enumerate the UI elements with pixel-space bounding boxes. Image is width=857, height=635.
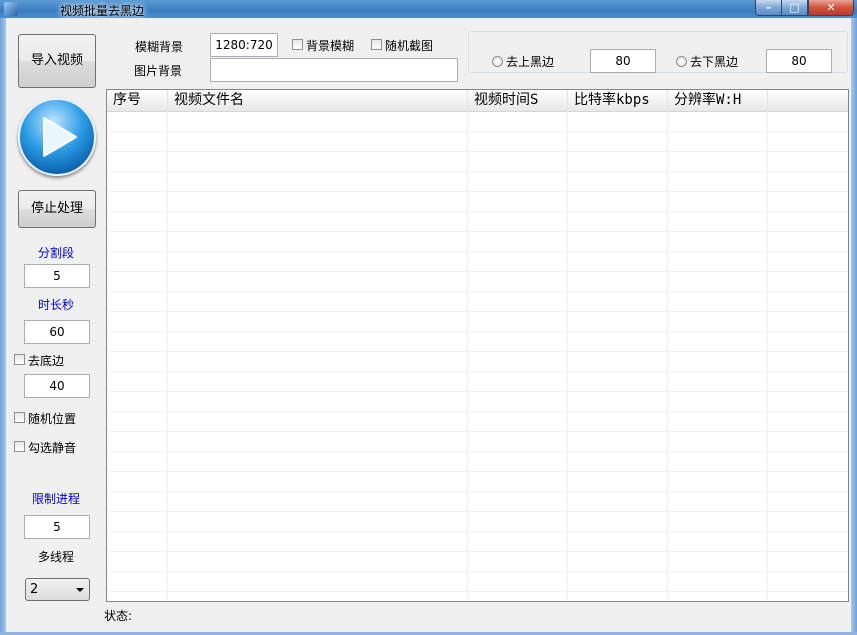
- thread-count-value: 2: [30, 582, 39, 597]
- remove-top-label: 去上黑边: [506, 55, 555, 69]
- grid-line: [107, 251, 848, 252]
- grid-line: [467, 111, 468, 601]
- start-play-button[interactable]: [18, 98, 96, 176]
- table-header: 序号 视频文件名 视频时间S 比特率kbps 分辨率W:H: [107, 90, 848, 112]
- video-list-table[interactable]: 序号 视频文件名 视频时间S 比特率kbps 分辨率W:H: [106, 89, 849, 602]
- window-frame-right: [851, 18, 857, 635]
- remove-bottom-edge-label: 去下黑边: [690, 55, 739, 69]
- random-position-checkbox[interactable]: [14, 412, 25, 423]
- grid-line: [167, 111, 168, 601]
- grid-line: [107, 371, 848, 372]
- segments-label: 分割段: [38, 246, 75, 260]
- duration-input[interactable]: 60: [24, 320, 90, 344]
- grid-line: [107, 511, 848, 512]
- grid-line: [567, 111, 568, 601]
- grid-line: [107, 591, 848, 592]
- remove-bottom-label: 去底边: [28, 354, 65, 368]
- remove-bottom-radio[interactable]: [676, 56, 687, 67]
- mute-checkbox[interactable]: [14, 441, 25, 452]
- column-header-filename[interactable]: 视频文件名: [168, 90, 468, 111]
- remove-top-radio[interactable]: [492, 56, 503, 67]
- column-header-resolution[interactable]: 分辨率W:H: [668, 90, 768, 111]
- blur-background-label: 模糊背景: [135, 40, 184, 54]
- grid-line: [107, 471, 848, 472]
- grid-line: [667, 111, 668, 601]
- chevron-down-icon: [76, 588, 84, 592]
- grid-line: [107, 171, 848, 172]
- maximize-button[interactable]: □: [781, 0, 808, 16]
- minimize-button[interactable]: –: [755, 0, 782, 16]
- grid-line: [107, 451, 848, 452]
- remove-bottom-input[interactable]: 40: [24, 374, 90, 398]
- mute-label: 勾选静音: [28, 441, 77, 455]
- image-background-label: 图片背景: [134, 64, 183, 78]
- window-title: 视频批量去黑边: [60, 4, 145, 18]
- grid-line: [767, 111, 768, 601]
- app-icon: [4, 2, 18, 16]
- grid-line: [107, 271, 848, 272]
- play-icon: [43, 117, 77, 157]
- import-video-button[interactable]: 导入视频: [18, 34, 96, 88]
- close-button[interactable]: ✕: [808, 0, 854, 16]
- duration-label: 时长秒: [38, 298, 75, 312]
- grid-line: [107, 551, 848, 552]
- grid-line: [107, 211, 848, 212]
- limit-process-input[interactable]: 5: [24, 515, 90, 539]
- image-background-input[interactable]: [210, 58, 458, 82]
- random-screenshot-checkbox[interactable]: [371, 39, 382, 50]
- segments-input[interactable]: 5: [24, 264, 90, 288]
- multithread-label: 多线程: [38, 550, 75, 564]
- grid-line: [107, 351, 848, 352]
- grid-line: [107, 291, 848, 292]
- random-position-label: 随机位置: [28, 412, 77, 426]
- blur-background-input[interactable]: 1280:720: [210, 33, 278, 57]
- grid-line: [107, 531, 848, 532]
- column-header-duration[interactable]: 视频时间S: [468, 90, 568, 111]
- grid-line: [107, 311, 848, 312]
- remove-bottom-checkbox[interactable]: [14, 354, 25, 365]
- grid-line: [107, 431, 848, 432]
- remove-top-input[interactable]: 80: [590, 49, 656, 73]
- grid-line: [107, 151, 848, 152]
- thread-count-select[interactable]: 2: [25, 578, 90, 601]
- client-area: 导入视频 停止处理 分割段 5 时长秒 60 去底边 40 随机位置 勾选静音 …: [6, 18, 851, 632]
- random-screenshot-label: 随机截图: [385, 39, 434, 53]
- grid-line: [107, 491, 848, 492]
- column-header-index[interactable]: 序号: [107, 90, 168, 111]
- limit-process-label: 限制进程: [32, 492, 81, 506]
- title-bar: 视频批量去黑边 – □ ✕: [0, 0, 857, 18]
- grid-line: [107, 131, 848, 132]
- status-label: 状态:: [104, 609, 133, 623]
- grid-line: [107, 391, 848, 392]
- grid-line: [107, 331, 848, 332]
- grid-line: [107, 191, 848, 192]
- background-blur-label: 背景模糊: [306, 39, 355, 53]
- stop-processing-button[interactable]: 停止处理: [18, 190, 96, 228]
- background-blur-checkbox[interactable]: [292, 39, 303, 50]
- column-header-blank: [768, 90, 848, 111]
- column-header-bitrate[interactable]: 比特率kbps: [568, 90, 668, 111]
- grid-line: [107, 231, 848, 232]
- grid-line: [107, 571, 848, 572]
- remove-bottom-edge-input[interactable]: 80: [766, 49, 832, 73]
- grid-line: [107, 411, 848, 412]
